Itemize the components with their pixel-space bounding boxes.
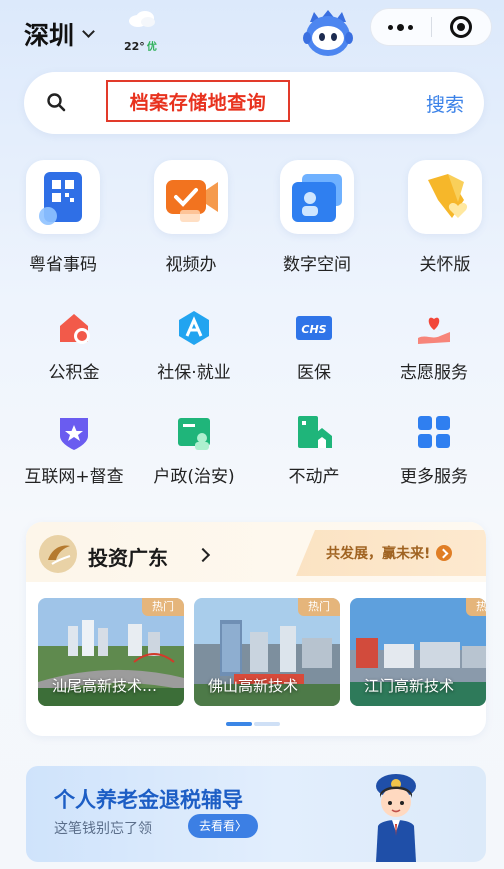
service-label: 户政(治安) — [153, 467, 235, 487]
search-button[interactable]: 搜索 — [426, 90, 464, 117]
service-digital-space[interactable]: 数字空间 — [262, 160, 372, 275]
arrow-circle-icon — [436, 545, 453, 561]
search-query: 档案存储地查询 — [129, 91, 267, 114]
slogan-text: 共发展，赢未来! — [326, 546, 431, 562]
service-label: 粤省事码 — [29, 255, 97, 275]
banner-title: 个人养老金退税辅导 — [54, 788, 243, 812]
social-security-icon — [174, 308, 214, 348]
hot-tag: 热门 — [466, 598, 486, 616]
tax-officer-mascot-icon — [376, 774, 416, 862]
cloud-icon — [129, 11, 155, 27]
temperature: 22° — [124, 40, 145, 53]
pension-tax-banner[interactable]: 个人养老金退税辅导 这笔钱别忘了领 去看看〉 — [26, 766, 486, 862]
featured-services: 粤省事码 视频办 数字空间 关怀版 — [0, 160, 504, 280]
housing-fund-icon — [54, 308, 94, 348]
service-yue-code[interactable]: 粤省事码 — [8, 160, 118, 275]
invest-card-foshan[interactable]: 热门 佛山高新技术 — [194, 598, 340, 706]
service-video[interactable]: 视频办 — [136, 160, 246, 275]
service-label: 互联网+督查 — [24, 467, 124, 487]
weather-reading: 22° 优 — [124, 38, 157, 53]
weather-widget[interactable]: 22° 优 — [122, 8, 166, 53]
invest-logo-icon — [39, 535, 77, 573]
service-label: 志愿服务 — [400, 363, 468, 383]
shield-star-icon — [54, 412, 94, 452]
invest-header: 投资广东 共发展，赢未来! — [26, 522, 486, 582]
more-options-button[interactable] — [371, 9, 431, 45]
digital-space-icon — [280, 160, 354, 234]
invest-guangdong-card: 投资广东 共发展，赢未来! 热门 汕尾高新技术… 热门 佛山高新技术 热 江门高… — [26, 522, 486, 736]
card-label: 佛山高新技术 — [208, 677, 299, 695]
service-household-security[interactable]: 户政(治安) — [134, 412, 254, 487]
dot-icon — [408, 24, 414, 30]
carousel-indicator — [226, 722, 280, 726]
service-more[interactable]: 更多服务 — [374, 412, 494, 487]
close-miniprogram-button[interactable] — [431, 9, 491, 45]
chevron-right-icon[interactable] — [195, 547, 211, 563]
city-selector[interactable]: 深圳 — [24, 16, 95, 52]
indicator-inactive — [254, 722, 280, 726]
air-quality: 优 — [146, 42, 157, 53]
chevron-down-icon — [82, 24, 95, 38]
card-label: 江门高新技术 — [364, 677, 455, 695]
service-label: 社保·就业 — [157, 363, 231, 383]
qr-code-card-icon — [26, 160, 100, 234]
invest-card-jiangmen[interactable]: 热门 江门高新技术 — [350, 598, 486, 706]
miniprogram-capsule — [370, 8, 492, 46]
city-name: 深圳 — [24, 21, 75, 50]
service-social-security[interactable]: 社保·就业 — [134, 308, 254, 383]
household-id-icon — [174, 412, 214, 452]
service-medical-insurance[interactable]: CHS 医保 — [254, 308, 374, 383]
indicator-active — [226, 722, 252, 726]
service-real-estate[interactable]: 不动产 — [254, 412, 374, 487]
search-icon — [47, 93, 66, 112]
hot-tag: 热门 — [298, 598, 340, 616]
service-label: 公积金 — [48, 363, 100, 383]
video-camera-icon — [154, 160, 228, 234]
service-label: 不动产 — [288, 467, 340, 487]
service-care-mode[interactable]: 关怀版 — [390, 160, 500, 275]
more-grid-icon — [414, 412, 454, 452]
chs-medical-insurance-icon: CHS — [294, 308, 334, 348]
hot-tag: 热门 — [142, 598, 184, 616]
service-label: 医保 — [297, 363, 331, 383]
volunteer-heart-icon — [414, 308, 454, 348]
top-bar: 深圳 22° 优 — [0, 0, 504, 64]
invest-title[interactable]: 投资广东 — [88, 542, 168, 571]
service-internet-inspection[interactable]: 互联网+督查 — [14, 412, 134, 487]
service-housing-fund[interactable]: 公积金 — [14, 308, 134, 383]
card-label: 汕尾高新技术… — [52, 677, 158, 695]
go-see-button[interactable]: 去看看〉 — [188, 814, 258, 838]
invest-slogan-banner[interactable]: 共发展，赢未来! — [296, 530, 486, 576]
service-label: 更多服务 — [400, 467, 468, 487]
dot-icon — [388, 24, 394, 30]
service-volunteer[interactable]: 志愿服务 — [374, 308, 494, 383]
search-bar[interactable]: 档案存储地查询 搜索 — [24, 72, 484, 134]
mascot-assistant-icon[interactable] — [300, 8, 356, 58]
search-input[interactable]: 档案存储地查询 — [106, 80, 290, 122]
real-estate-icon — [294, 412, 334, 452]
care-ribbon-icon — [408, 160, 482, 234]
dot-icon — [397, 23, 405, 31]
banner-subtitle: 这笔钱别忘了领 — [54, 821, 152, 837]
service-label: 关怀版 — [419, 255, 471, 275]
service-label: 数字空间 — [283, 255, 351, 275]
svg-text:CHS: CHS — [301, 323, 326, 336]
invest-card-shanwei[interactable]: 热门 汕尾高新技术… — [38, 598, 184, 706]
target-close-icon — [450, 16, 473, 38]
service-label: 视频办 — [165, 255, 217, 275]
